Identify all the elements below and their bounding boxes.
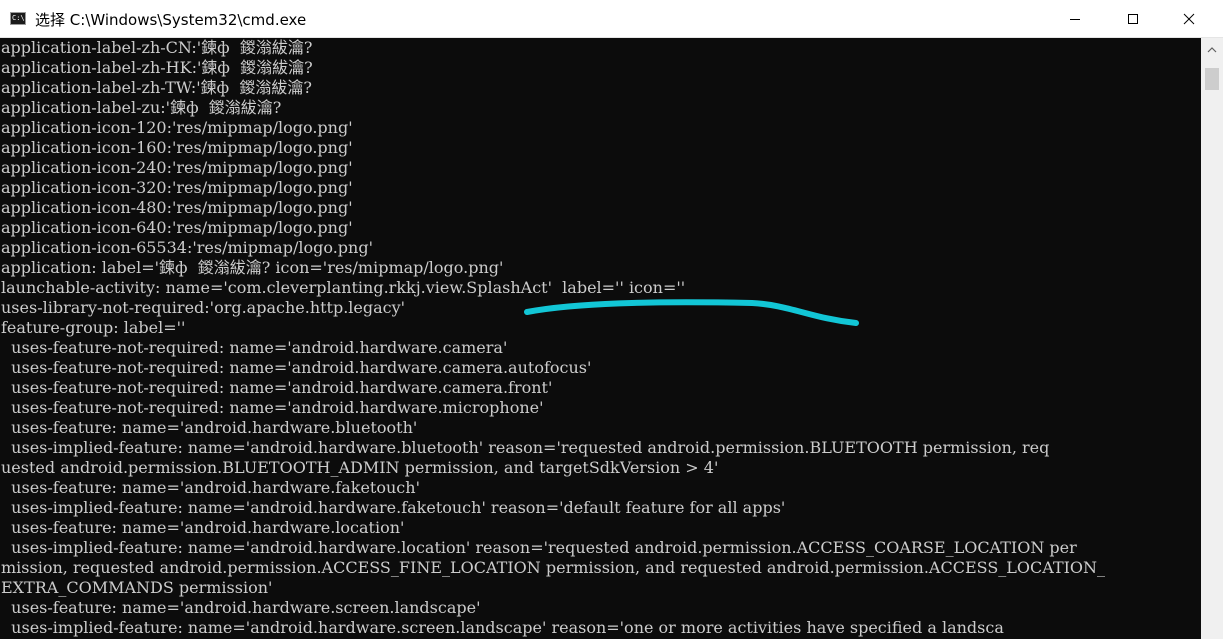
console-line: application: label='鍊ф 鍐滃紱瀹? icon='res/m… <box>1 258 504 277</box>
close-button[interactable] <box>1166 0 1212 38</box>
minimize-button[interactable] <box>1052 0 1098 38</box>
console-line: uses-feature: name='android.hardware.scr… <box>1 598 481 617</box>
console-line: application-icon-120:'res/mipmap/logo.pn… <box>1 118 353 137</box>
minimize-icon <box>1070 19 1080 20</box>
console-line: application-label-zh-HK:'鍊ф 鍐滃紱瀹? <box>1 58 313 77</box>
window-title: 选择 C:\Windows\System32\cmd.exe <box>35 11 307 29</box>
console-line: launchable-activity: name='com.cleverpla… <box>1 278 686 297</box>
cmd-window: C:\ 选择 C:\Windows\System32\cmd.exe appli… <box>0 0 1223 639</box>
console-line: uses-implied-feature: name='android.hard… <box>1 538 1077 557</box>
console-line: uses-implied-feature: name='android.hard… <box>1 438 1050 457</box>
console-line: application-icon-240:'res/mipmap/logo.pn… <box>1 158 353 177</box>
chevron-up-icon <box>1207 47 1217 53</box>
console-line: uses-library-not-required:'org.apache.ht… <box>1 298 406 317</box>
console-line: uses-feature: name='android.hardware.blu… <box>1 418 418 437</box>
console-line: uses-implied-feature: name='android.hard… <box>1 498 786 517</box>
title-bar[interactable]: C:\ 选择 C:\Windows\System32\cmd.exe <box>0 0 1223 38</box>
console-line: uses-feature-not-required: name='android… <box>1 378 553 397</box>
console-line: application-icon-480:'res/mipmap/logo.pn… <box>1 198 353 217</box>
console-line: uses-feature: name='android.hardware.loc… <box>1 518 405 537</box>
console-output[interactable]: application-label-zh-CN:'鍊ф 鍐滃紱瀹? applic… <box>0 38 1201 639</box>
console-line: uses-implied-feature: name='android.hard… <box>1 618 1004 637</box>
scroll-up-button[interactable] <box>1201 38 1223 62</box>
console-line: application-icon-320:'res/mipmap/logo.pn… <box>1 178 353 197</box>
console-line: mission, requested android.permission.AC… <box>1 558 1106 577</box>
console-line: application-label-zu:'鍊ф 鍐滃紱瀹? <box>1 98 282 117</box>
console-line: uses-feature-not-required: name='android… <box>1 358 592 377</box>
scroll-thumb[interactable] <box>1205 68 1219 90</box>
app-icon-text: C:\ <box>12 14 25 22</box>
maximize-button[interactable] <box>1110 0 1156 38</box>
maximize-icon <box>1128 14 1138 24</box>
console-line: uses-feature-not-required: name='android… <box>1 398 544 417</box>
console-line: uses-feature-not-required: name='android… <box>1 338 508 357</box>
console-line: application-icon-640:'res/mipmap/logo.pn… <box>1 218 353 237</box>
console-line: uses-feature: name='android.hardware.fak… <box>1 478 420 497</box>
console-line: application-icon-65534:'res/mipmap/logo.… <box>1 238 373 257</box>
vertical-scrollbar[interactable] <box>1201 38 1223 639</box>
console-line: application-label-zh-CN:'鍊ф 鍐滃紱瀹? <box>1 38 313 57</box>
console-line: uested android.permission.BLUETOOTH_ADMI… <box>1 458 719 477</box>
console-line: EXTRA_COMMANDS permission' <box>1 578 273 597</box>
cmd-app-icon[interactable]: C:\ <box>10 12 26 25</box>
close-icon <box>1183 13 1195 25</box>
console-line: feature-group: label='' <box>1 318 186 337</box>
console-line: application-icon-160:'res/mipmap/logo.pn… <box>1 138 353 157</box>
console-line: application-label-zh-TW:'鍊ф 鍐滃紱瀹? <box>1 78 312 97</box>
